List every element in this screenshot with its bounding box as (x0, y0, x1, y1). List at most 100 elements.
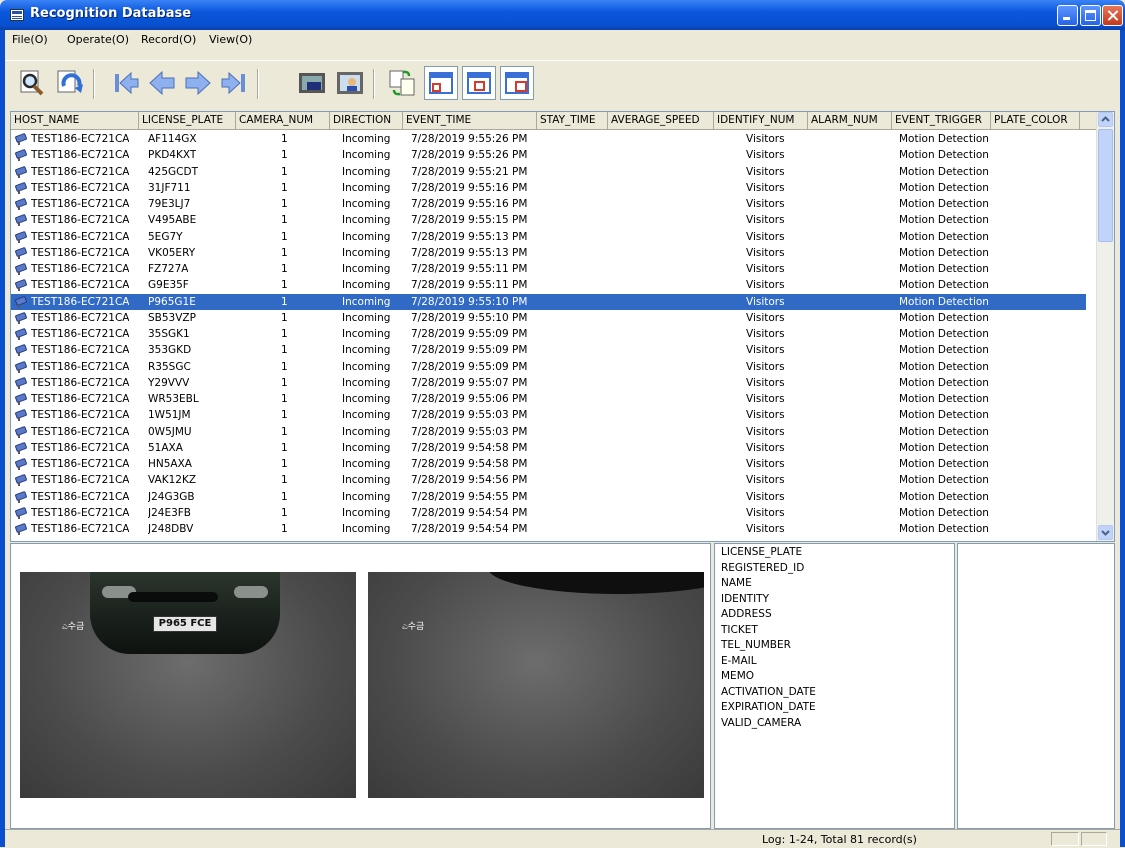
scroll-up-button[interactable] (1098, 112, 1113, 127)
table-cell: 7/28/2019 9:55:10 PM (411, 311, 528, 324)
layout-three-icon (505, 72, 529, 94)
menu-operate[interactable]: Operate(O) (67, 33, 129, 46)
previous-record-button[interactable] (145, 66, 179, 100)
table-cell: J24G3GB (148, 490, 195, 503)
scroll-thumb[interactable] (1098, 129, 1113, 242)
layout-one-button[interactable] (424, 66, 458, 100)
table-scrollbar[interactable] (1096, 112, 1114, 541)
column-header-alarm-num[interactable]: ALARM_NUM (808, 112, 892, 129)
table-row[interactable]: TEST186-EC721CA Y29VVV 1 Incoming 7/28/2019 … (11, 375, 1086, 391)
table-row[interactable]: TEST186-EC721CA FZ727A 1 Incoming 7/28/2019 … (11, 261, 1086, 277)
table-row[interactable]: TEST186-EC721CA R35SGC 1 Incoming 7/28/2019 … (11, 359, 1086, 375)
column-header-average-speed[interactable]: AVERAGE_SPEED (608, 112, 714, 129)
column-header-direction[interactable]: DIRECTION (330, 112, 403, 129)
table-cell: Incoming (342, 263, 391, 275)
refresh-button[interactable] (53, 66, 87, 100)
table-row[interactable]: TEST186-EC721CA 1W51JM 1 Incoming 7/28/2019 … (11, 407, 1086, 423)
table-row[interactable]: TEST186-EC721CA 35SGK1 1 Incoming 7/28/2019 … (11, 326, 1086, 342)
table-row[interactable]: TEST186-EC721CA 31JF711 1 Incoming 7/28/2019… (11, 180, 1086, 196)
column-header-plate-color[interactable]: PLATE_COLOR (991, 112, 1080, 129)
table-cell: Motion Detection (899, 263, 989, 275)
table-cell: PKD4KXT (148, 149, 197, 162)
table-cell: 7/28/2019 9:54:55 PM (411, 490, 528, 503)
last-record-button[interactable] (217, 66, 251, 100)
table-cell: Incoming (342, 474, 391, 487)
menu-record[interactable]: Record(O) (141, 33, 196, 46)
table-row[interactable]: TEST186-EC721CA G9E35F 1 Incoming 7/28/2019 … (11, 277, 1086, 293)
close-button[interactable] (1102, 5, 1123, 26)
plate-capture-image[interactable]: P965 FCE ಎ수금 (20, 572, 356, 798)
camera-icon (15, 393, 27, 405)
table-row[interactable]: TEST186-EC721CA WR53EBL 1 Incoming 7/28/2019… (11, 391, 1086, 407)
table-cell: 7/28/2019 9:55:13 PM (411, 246, 528, 259)
table-row[interactable]: TEST186-EC721CA 425GCDT 1 Incoming 7/28/2019… (11, 164, 1086, 180)
video-button[interactable] (295, 66, 329, 100)
table-cell: Incoming (342, 490, 391, 503)
table-row[interactable]: TEST186-EC721CA J24E3FB 1 Incoming 7/28/2019… (11, 505, 1086, 521)
layout-two-button[interactable] (462, 66, 496, 100)
layout-three-button[interactable] (500, 66, 534, 100)
column-header-stay-time[interactable]: STAY_TIME (537, 112, 608, 129)
menu-file[interactable]: File(O) (12, 33, 48, 46)
column-header-host-name[interactable]: HOST_NAME (11, 112, 139, 129)
search-button[interactable] (15, 66, 49, 100)
maximize-button[interactable] (1080, 5, 1101, 26)
column-header-event-time[interactable]: EVENT_TIME (403, 112, 537, 129)
table-row[interactable]: TEST186-EC721CA 353GKD 1 Incoming 7/28/2019 … (11, 342, 1086, 358)
export-button[interactable] (385, 66, 419, 100)
table-row[interactable]: TEST186-EC721CA 5EG7Y 1 Incoming 7/28/2019 9… (11, 229, 1086, 245)
table-cell: TEST186-EC721CA (31, 295, 130, 308)
table-cell: Incoming (342, 409, 391, 422)
camera-icon (15, 312, 27, 324)
title-bar[interactable]: Recognition Database (0, 0, 1125, 30)
table-cell: Visitors (746, 344, 785, 357)
table-row[interactable]: TEST186-EC721CA VK05ERY 1 Incoming 7/28/2019… (11, 245, 1086, 261)
table-cell: TEST186-EC721CA (31, 490, 130, 503)
table-cell: Motion Detection (899, 523, 989, 535)
table-cell: 7/28/2019 9:55:13 PM (411, 230, 528, 243)
table-row[interactable]: TEST186-EC721CA J248DBV 1 Incoming 7/28/2019… (11, 521, 1086, 537)
menu-view[interactable]: View(O) (209, 33, 252, 46)
column-header-license-plate[interactable]: LICENSE_PLATE (139, 112, 236, 129)
camera-icon (15, 247, 27, 259)
column-header-event-trigger[interactable]: EVENT_TRIGGER (892, 112, 991, 129)
status-bar: Log: 1-24, Total 81 record(s) (5, 829, 1120, 848)
table-row[interactable]: TEST186-EC721CA AF114GX 1 Incoming 7/28/2019… (11, 131, 1086, 147)
export-icon (389, 70, 415, 96)
table-cell: Incoming (342, 328, 391, 340)
toolbar (5, 60, 1120, 109)
table-cell: 7/28/2019 9:55:07 PM (411, 376, 528, 389)
table-cell: 1 (281, 393, 288, 405)
camera-icon (15, 295, 27, 308)
table-row[interactable]: TEST186-EC721CA VAK12KZ 1 Incoming 7/28/2019… (11, 472, 1086, 488)
table-cell: 1 (281, 198, 288, 210)
camera-icon (15, 263, 27, 275)
column-header-identify-num[interactable]: IDENTIFY_NUM (714, 112, 808, 129)
table-row[interactable]: TEST186-EC721CA 51AXA 1 Incoming 7/28/2019 9… (11, 440, 1086, 456)
table-row[interactable]: TEST186-EC721CA PKD4KXT 1 Incoming 7/28/2019… (11, 147, 1086, 163)
scene-capture-image[interactable]: ಎ수금 (368, 572, 704, 798)
table-row[interactable]: TEST186-EC721CA SB53VZP 1 Incoming 7/28/2019… (11, 310, 1086, 326)
camera-icon (15, 230, 27, 243)
window-title: Recognition Database (30, 6, 192, 21)
table-cell: 1 (281, 441, 288, 454)
table-row[interactable]: TEST186-EC721CA 79E3LJ7 1 Incoming 7/28/2019… (11, 196, 1086, 212)
table-row[interactable]: TEST186-EC721CA 0W5JMU 1 Incoming 7/28/2019 … (11, 424, 1086, 440)
table-row[interactable]: TEST186-EC721CA P965G1E 1 Incoming 7/28/2019… (11, 293, 1086, 310)
table-cell: TEST186-EC721CA (31, 344, 130, 357)
minimize-button[interactable] (1057, 5, 1078, 26)
next-record-button[interactable] (181, 66, 215, 100)
table-row[interactable]: TEST186-EC721CA V495ABE 1 Incoming 7/28/2019… (11, 212, 1086, 228)
photo-person-button[interactable] (333, 66, 367, 100)
column-header-camera-num[interactable]: CAMERA_NUM (236, 112, 330, 129)
table-cell: 1 (281, 523, 288, 535)
table-cell: Visitors (746, 523, 785, 535)
first-record-button[interactable] (109, 66, 143, 100)
table-cell: Visitors (746, 328, 785, 340)
table-cell: TEST186-EC721CA (31, 474, 130, 487)
table-row[interactable]: TEST186-EC721CA J24G3GB 1 Incoming 7/28/2019… (11, 489, 1086, 505)
scroll-down-button[interactable] (1098, 525, 1113, 540)
table-row[interactable]: TEST186-EC721CA HN5AXA 1 Incoming 7/28/2019 … (11, 456, 1086, 472)
table-cell: 1 (281, 263, 288, 275)
camera-icon (15, 523, 27, 535)
